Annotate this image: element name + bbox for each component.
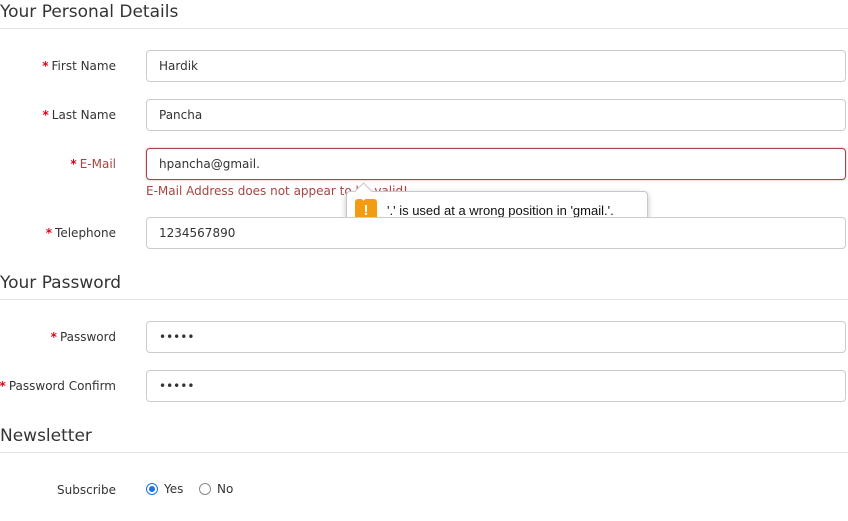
required-marker: * (70, 157, 77, 171)
subscribe-label: Subscribe (57, 483, 116, 497)
password-input[interactable] (146, 321, 846, 353)
radio-no[interactable] (199, 483, 211, 495)
last-name-label-text: Last Name (51, 108, 116, 122)
newsletter-yes-option[interactable]: Yes (146, 482, 183, 496)
first-name-label-text: First Name (51, 59, 116, 73)
radio-yes-label: Yes (164, 482, 184, 496)
telephone-label-text: Telephone (55, 226, 116, 240)
required-marker: * (42, 59, 49, 73)
password-confirm-label: * Password Confirm (0, 379, 116, 393)
section-divider (0, 299, 848, 300)
required-marker: * (42, 108, 49, 122)
last-name-input[interactable] (146, 99, 846, 131)
newsletter-no-option[interactable]: No (199, 482, 233, 496)
email-label: * E-Mail (70, 157, 116, 171)
telephone-label: * Telephone (46, 226, 116, 240)
telephone-input[interactable] (146, 217, 846, 249)
first-name-input[interactable] (146, 50, 846, 82)
last-name-label: * Last Name (43, 108, 117, 122)
required-marker: * (45, 226, 53, 240)
email-input[interactable] (146, 148, 846, 180)
password-confirm-input[interactable] (146, 370, 846, 402)
tooltip-text: '.' is used at a wrong position in 'gmai… (387, 202, 614, 218)
radio-yes[interactable] (146, 483, 158, 495)
password-label: * Password (51, 330, 116, 344)
section-title-newsletter: Newsletter (0, 426, 92, 446)
radio-no-label: No (217, 482, 234, 496)
password-confirm-label-text: Password Confirm (8, 379, 116, 393)
section-title-personal-details: Your Personal Details (0, 2, 179, 22)
required-marker: * (0, 379, 6, 393)
first-name-label: * First Name (42, 59, 116, 73)
section-divider (0, 452, 848, 453)
section-title-password: Your Password (0, 273, 122, 293)
section-divider (0, 28, 848, 29)
required-marker: * (50, 330, 57, 344)
email-label-text: E-Mail (79, 157, 116, 171)
password-label-text: Password (59, 330, 116, 344)
